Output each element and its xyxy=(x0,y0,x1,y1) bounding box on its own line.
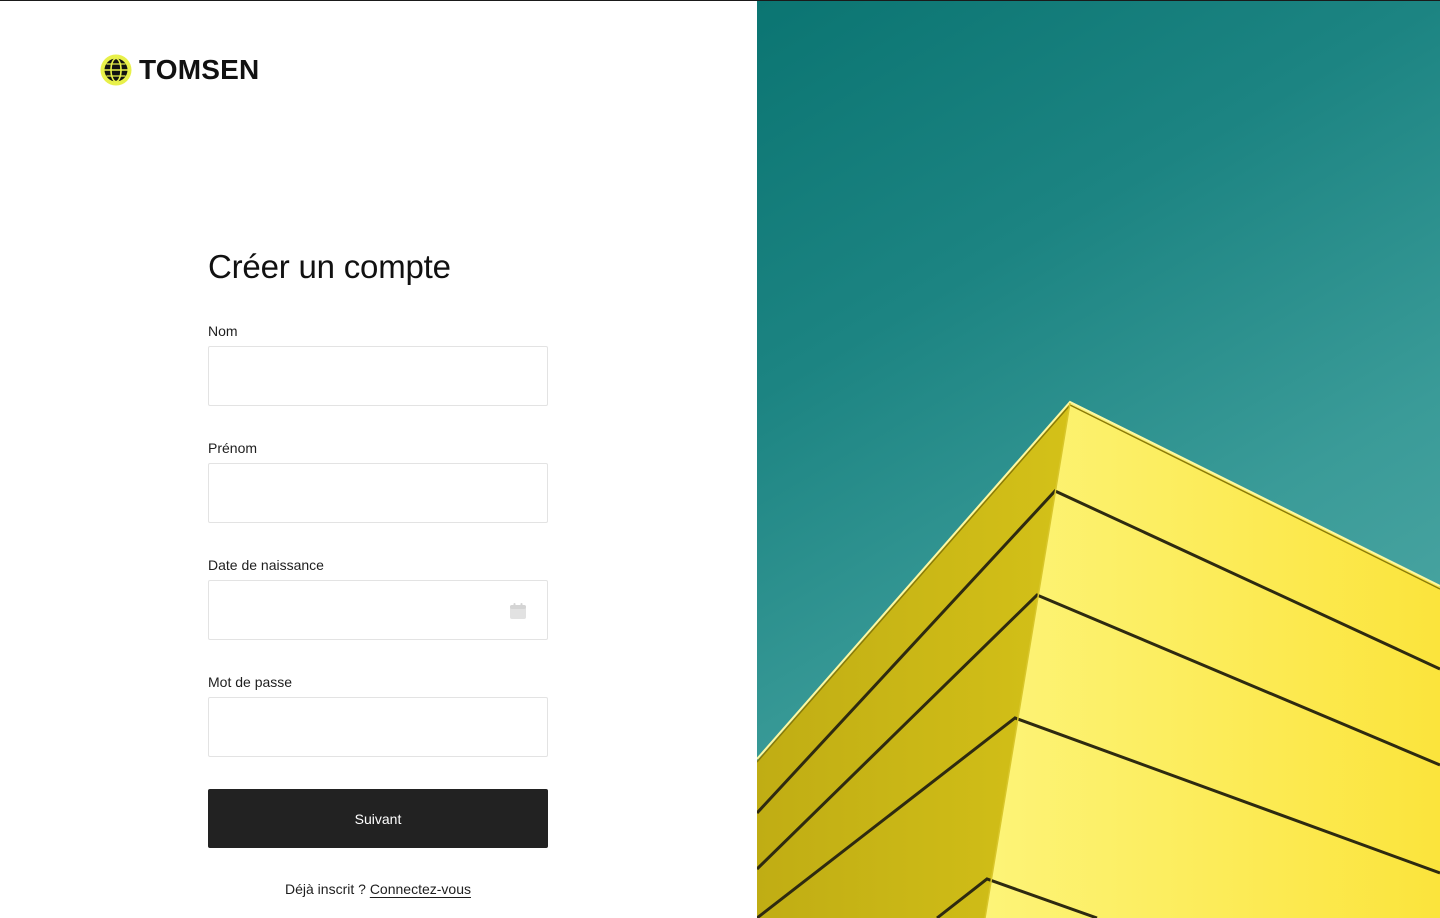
suivant-button[interactable]: Suivant xyxy=(208,789,548,848)
yellow-building-illustration xyxy=(757,400,1440,918)
prenom-input[interactable] xyxy=(208,463,548,523)
calendar-icon[interactable] xyxy=(509,602,527,620)
prenom-label: Prénom xyxy=(208,440,258,456)
signup-page: TOMSEN Créer un compte Nom Prénom Date d… xyxy=(0,0,1440,918)
signup-panel: TOMSEN Créer un compte Nom Prénom Date d… xyxy=(0,1,757,918)
login-link[interactable]: Connectez-vous xyxy=(370,881,471,897)
field-prenom: Prénom xyxy=(208,439,548,523)
field-date-naissance: Date de naissance xyxy=(208,556,548,640)
brand-logo[interactable]: TOMSEN xyxy=(100,54,259,86)
mot-de-passe-label: Mot de passe xyxy=(208,674,293,690)
nom-label: Nom xyxy=(208,323,238,339)
page-title: Créer un compte xyxy=(208,248,451,285)
login-prompt: Déjà inscrit ? Connectez-vous xyxy=(208,880,548,898)
nom-input[interactable] xyxy=(208,346,548,406)
date-naissance-input[interactable] xyxy=(208,580,548,640)
signup-form: Créer un compte Nom Prénom Date de naiss… xyxy=(208,247,548,897)
hero-image xyxy=(757,1,1440,918)
globe-logo-icon xyxy=(100,54,132,86)
mot-de-passe-input[interactable] xyxy=(208,697,548,757)
date-naissance-label: Date de naissance xyxy=(208,557,324,573)
field-nom: Nom xyxy=(208,322,548,406)
brand-name: TOMSEN xyxy=(139,54,260,85)
login-prompt-text: Déjà inscrit ? xyxy=(285,881,366,897)
field-mot-de-passe: Mot de passe xyxy=(208,673,548,757)
